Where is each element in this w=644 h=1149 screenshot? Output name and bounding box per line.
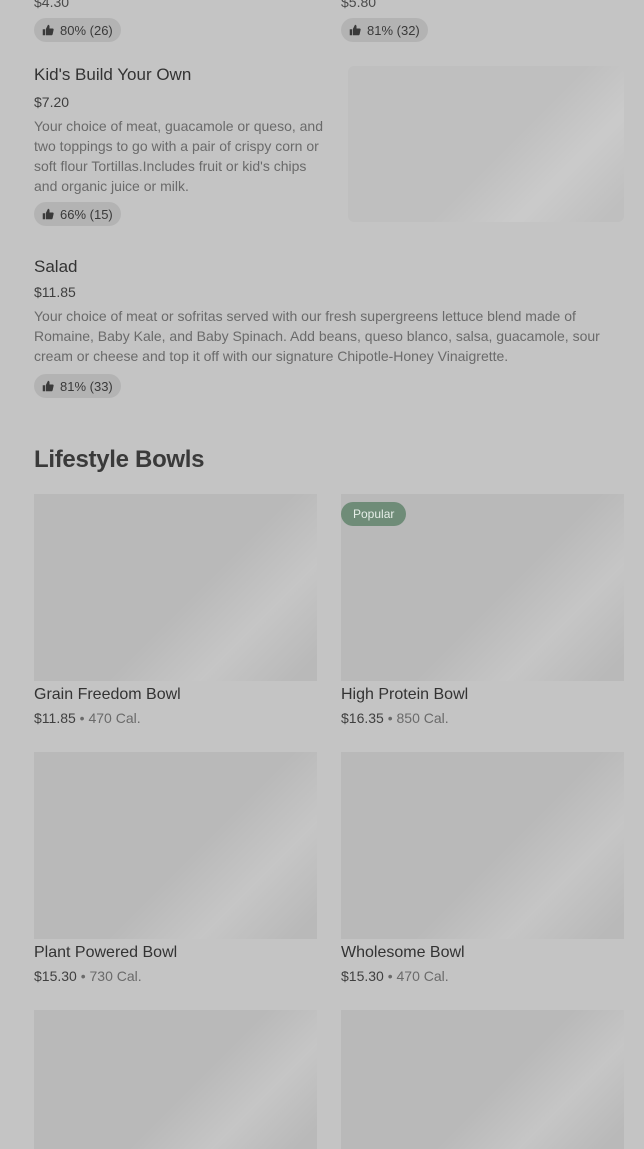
- item-description: Your choice of meat or sofritas served w…: [34, 308, 600, 364]
- thumbs-up-icon: [42, 24, 54, 36]
- card-title[interactable]: Wholesome Bowl: [341, 944, 465, 962]
- rating-badge: 80% (26): [34, 18, 121, 42]
- card-price-cal: $16.35 • 850 Cal.: [341, 710, 449, 726]
- card-title[interactable]: Grain Freedom Bowl: [34, 686, 181, 704]
- item-image[interactable]: [348, 66, 624, 222]
- popular-badge: Popular: [341, 502, 407, 526]
- item-title: Salad: [34, 257, 78, 276]
- rating-text: 81% (32): [367, 22, 420, 38]
- item-description: Your choice of meat, guacamole or queso,…: [34, 118, 324, 194]
- section-title-lifestyle-bowls: Lifestyle Bowls: [34, 446, 205, 473]
- card-price-cal: $15.30 • 730 Cal.: [34, 968, 142, 984]
- item-price: $11.85: [34, 284, 76, 300]
- rating-text: 81% (33): [60, 378, 113, 394]
- item-price-top-left: $4.30: [34, 0, 70, 10]
- card-image[interactable]: [34, 1010, 317, 1149]
- card-title[interactable]: High Protein Bowl: [341, 686, 468, 704]
- thumbs-up-icon: [42, 208, 54, 220]
- rating-text: 80% (26): [60, 22, 113, 38]
- item-title: Kid's Build Your Own: [34, 65, 192, 84]
- card-price-cal: $11.85 • 470 Cal.: [34, 710, 141, 726]
- thumbs-up-icon: [349, 24, 361, 36]
- card-price-cal: $15.30 • 470 Cal.: [341, 968, 449, 984]
- item-price-top-right: $5.80: [341, 0, 377, 10]
- menu-item-kids[interactable]: Kid's Build Your Own $7.20 Your choice o…: [34, 64, 344, 196]
- card-image[interactable]: [341, 752, 624, 939]
- card-title[interactable]: Plant Powered Bowl: [34, 944, 177, 962]
- rating-badge: 81% (33): [34, 374, 121, 398]
- card-image[interactable]: [341, 1010, 624, 1149]
- rating-badge: 66% (15): [34, 202, 121, 226]
- card-image[interactable]: [34, 752, 317, 939]
- item-price: $7.20: [34, 94, 70, 110]
- menu-item-salad[interactable]: Salad $11.85 Your choice of meat or sofr…: [34, 256, 624, 366]
- rating-text: 66% (15): [60, 206, 113, 222]
- thumbs-up-icon: [42, 380, 54, 392]
- rating-badge: 81% (32): [341, 18, 428, 42]
- card-image[interactable]: [34, 494, 317, 681]
